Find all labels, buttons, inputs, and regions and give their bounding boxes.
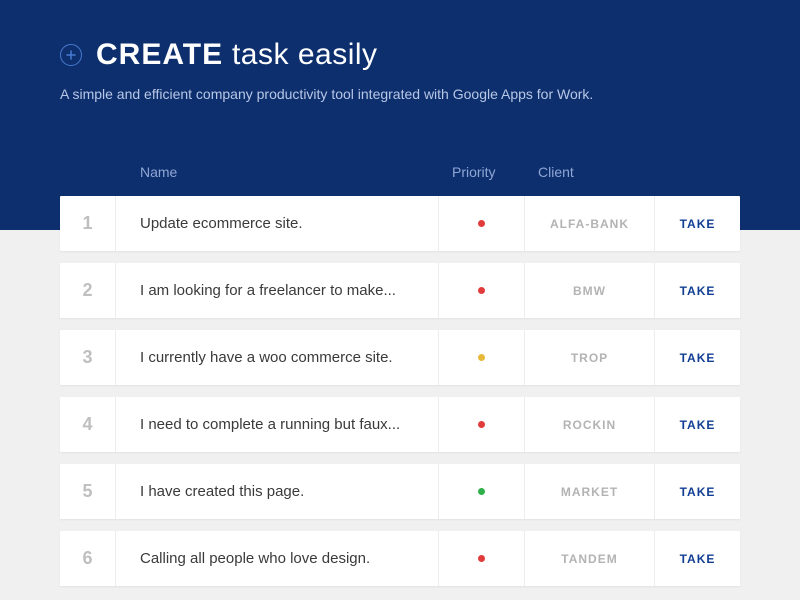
row-number: 1 <box>60 196 116 251</box>
task-table: Name Priority Client 1Update ecommerce s… <box>60 164 740 598</box>
take-button[interactable]: TAKE <box>654 397 740 452</box>
priority-dot-icon <box>478 354 485 361</box>
plus-circle-icon[interactable] <box>60 44 82 66</box>
priority-cell <box>438 464 524 519</box>
table-row: 3I currently have a woo commerce site. TR… <box>60 330 740 385</box>
hero-title-light: task easily <box>232 38 378 71</box>
priority-dot-icon <box>478 488 485 495</box>
table-row: 4I need to complete a running but faux..… <box>60 397 740 452</box>
priority-cell <box>438 196 524 251</box>
table-row: 2I am looking for a freelancer to make..… <box>60 263 740 318</box>
table-row: 5I have created this page. MARKETTAKE <box>60 464 740 519</box>
priority-cell <box>438 397 524 452</box>
take-button[interactable]: TAKE <box>654 263 740 318</box>
hero-subtitle: A simple and efficient company productiv… <box>60 86 740 102</box>
priority-cell <box>438 330 524 385</box>
table-header: Name Priority Client <box>60 164 740 196</box>
take-button[interactable]: TAKE <box>654 464 740 519</box>
task-name: I have created this page. <box>116 483 438 500</box>
client-name: ROCKIN <box>524 397 654 452</box>
hero-title: CREATE task easily <box>96 38 378 72</box>
hero-title-bold: CREATE <box>96 38 223 71</box>
task-name: I need to complete a running but faux... <box>116 416 438 433</box>
take-button[interactable]: TAKE <box>654 531 740 586</box>
row-number: 2 <box>60 263 116 318</box>
priority-dot-icon <box>478 220 485 227</box>
column-header-client: Client <box>524 164 654 180</box>
client-name: ALFA-BANK <box>524 196 654 251</box>
client-name: TANDEM <box>524 531 654 586</box>
client-name: MARKET <box>524 464 654 519</box>
row-number: 6 <box>60 531 116 586</box>
row-number: 5 <box>60 464 116 519</box>
priority-dot-icon <box>478 555 485 562</box>
client-name: TROP <box>524 330 654 385</box>
priority-cell <box>438 531 524 586</box>
priority-dot-icon <box>478 421 485 428</box>
client-name: BMW <box>524 263 654 318</box>
row-number: 4 <box>60 397 116 452</box>
task-name: Update ecommerce site. <box>116 215 438 232</box>
take-button[interactable]: TAKE <box>654 196 740 251</box>
priority-dot-icon <box>478 287 485 294</box>
row-number: 3 <box>60 330 116 385</box>
column-header-priority: Priority <box>438 164 524 180</box>
priority-cell <box>438 263 524 318</box>
table-row: 1Update ecommerce site. ALFA-BANKTAKE <box>60 196 740 251</box>
column-header-name: Name <box>116 164 438 180</box>
task-name: I am looking for a freelancer to make... <box>116 282 438 299</box>
task-name: I currently have a woo commerce site. <box>116 349 438 366</box>
task-name: Calling all people who love design. <box>116 550 438 567</box>
table-row: 6Calling all people who love design. TAND… <box>60 531 740 586</box>
hero-banner: CREATE task easily A simple and efficien… <box>0 0 800 230</box>
take-button[interactable]: TAKE <box>654 330 740 385</box>
